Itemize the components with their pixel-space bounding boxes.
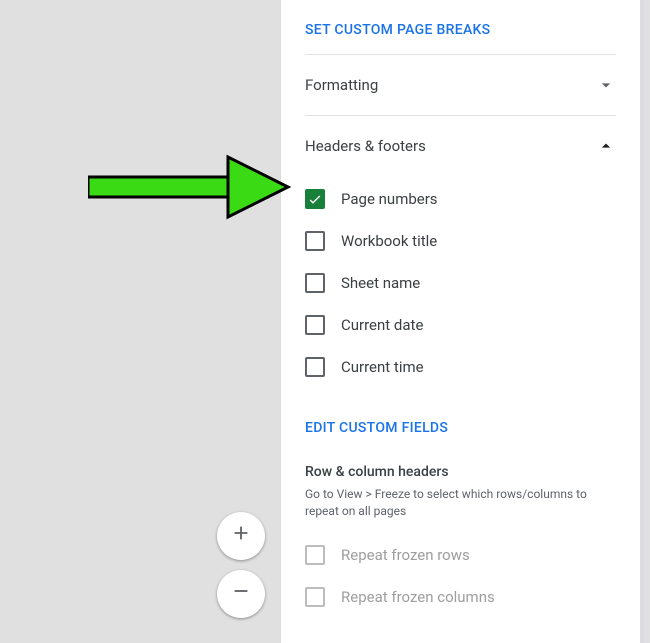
current-time-label: Current time: [341, 358, 424, 376]
document-preview-area: [0, 0, 280, 643]
current-time-checkbox-row[interactable]: Current time: [305, 346, 616, 388]
minus-icon: [230, 580, 252, 608]
sheet-name-checkbox-row[interactable]: Sheet name: [305, 262, 616, 304]
row-column-headers-title: Row & column headers: [305, 454, 616, 486]
sheet-name-label: Sheet name: [341, 274, 420, 292]
current-date-checkbox-row[interactable]: Current date: [305, 304, 616, 346]
formatting-accordion[interactable]: Formatting: [305, 57, 616, 113]
page-numbers-label: Page numbers: [341, 190, 438, 208]
chevron-up-icon: [596, 136, 616, 156]
zoom-controls: [217, 512, 265, 618]
edit-custom-fields-link[interactable]: EDIT CUSTOM FIELDS: [305, 406, 616, 450]
workbook-title-label: Workbook title: [341, 232, 437, 250]
set-custom-page-breaks-link[interactable]: SET CUSTOM PAGE BREAKS: [305, 8, 616, 52]
zoom-in-button[interactable]: [217, 512, 265, 560]
workbook-title-checkbox-row[interactable]: Workbook title: [305, 220, 616, 262]
zoom-out-button[interactable]: [217, 570, 265, 618]
checkbox-disabled-icon: [305, 545, 325, 565]
row-column-headers-help: Go to View > Freeze to select which rows…: [305, 486, 616, 534]
checkbox-checked-icon: [305, 189, 325, 209]
chevron-down-icon: [596, 75, 616, 95]
page-numbers-checkbox-row[interactable]: Page numbers: [305, 178, 616, 220]
checkbox-unchecked-icon: [305, 357, 325, 377]
current-date-label: Current date: [341, 316, 423, 334]
print-settings-panel: SET CUSTOM PAGE BREAKS Formatting Header…: [280, 0, 640, 643]
plus-icon: [230, 522, 252, 550]
headers-footers-label: Headers & footers: [305, 137, 426, 155]
repeat-frozen-rows-checkbox-row: Repeat frozen rows: [305, 534, 616, 576]
headers-footers-accordion[interactable]: Headers & footers: [305, 118, 616, 174]
checkbox-unchecked-icon: [305, 273, 325, 293]
divider: [305, 54, 616, 55]
panel-right-edge: [640, 0, 644, 643]
divider: [305, 115, 616, 116]
repeat-frozen-columns-label: Repeat frozen columns: [341, 588, 495, 606]
repeat-frozen-rows-label: Repeat frozen rows: [341, 546, 470, 564]
formatting-label: Formatting: [305, 76, 378, 94]
checkbox-unchecked-icon: [305, 315, 325, 335]
checkbox-unchecked-icon: [305, 231, 325, 251]
repeat-frozen-columns-checkbox-row: Repeat frozen columns: [305, 576, 616, 618]
checkbox-disabled-icon: [305, 587, 325, 607]
